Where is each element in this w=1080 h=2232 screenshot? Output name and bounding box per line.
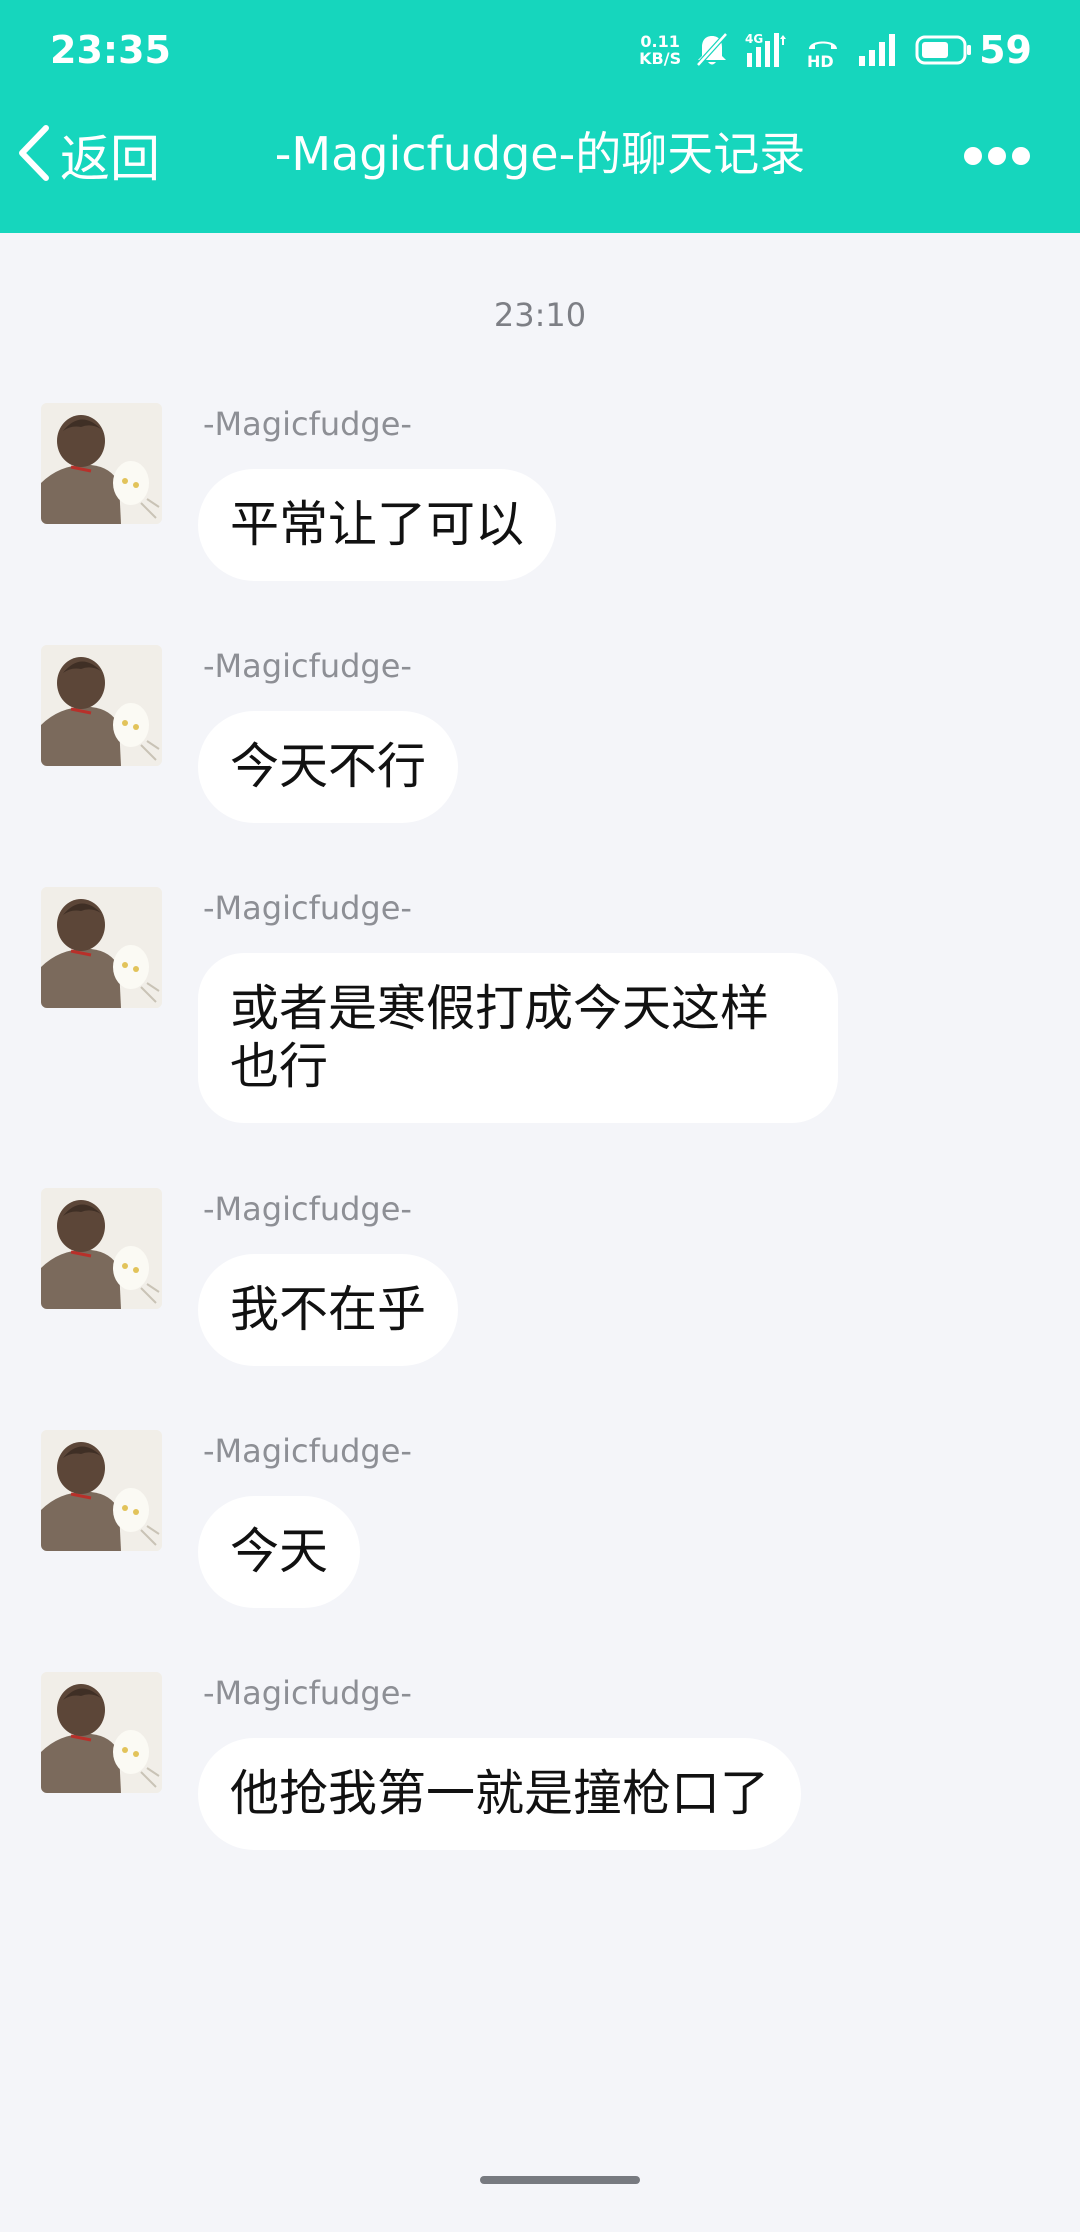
sender-name: -Magicfudge- — [203, 405, 412, 443]
avatar[interactable] — [41, 1188, 162, 1309]
net-speed-value: 0.11 — [640, 32, 680, 51]
avatar[interactable] — [41, 1430, 162, 1551]
avatar[interactable] — [41, 887, 162, 1008]
status-icons: 0.11 KB/S 4G HD 59 — [639, 24, 1032, 76]
battery: 59 — [915, 28, 1032, 72]
nav-bar: 返回 -Magicfudge-的聊天记录 — [0, 110, 1080, 200]
battery-icon — [915, 34, 973, 66]
avatar[interactable] — [41, 1672, 162, 1793]
hd-label: HD — [807, 52, 834, 69]
avatar[interactable] — [41, 403, 162, 524]
sender-name: -Magicfudge- — [203, 1674, 412, 1712]
sender-name: -Magicfudge- — [203, 1432, 412, 1470]
sender-name: -Magicfudge- — [203, 889, 412, 927]
message-bubble[interactable]: 今天 — [198, 1496, 361, 1608]
back-button[interactable]: 返回 — [16, 118, 160, 192]
page-title: -Magicfudge-的聊天记录 — [274, 127, 806, 181]
battery-level: 59 — [979, 28, 1032, 72]
chevron-left-icon — [16, 124, 52, 186]
status-time: 23:35 — [50, 28, 171, 72]
back-label: 返回 — [60, 130, 160, 188]
net-speed-unit: KB/S — [639, 49, 682, 68]
more-dots-icon[interactable] — [964, 144, 1030, 168]
header-bar: 23:35 0.11 KB/S 4G HD 59 返回 -Magicfudge-… — [0, 0, 1080, 233]
chat-timestamp: 23:10 — [493, 296, 587, 334]
message-bubble[interactable]: 今天不行 — [198, 711, 459, 823]
message-bubble[interactable]: 我不在乎 — [198, 1254, 459, 1366]
sender-name: -Magicfudge- — [203, 647, 412, 685]
sender-name: -Magicfudge- — [203, 1190, 412, 1228]
message-bubble[interactable]: 平常让了可以 — [198, 469, 557, 581]
message-bubble[interactable]: 他抢我第一就是撞枪口了 — [198, 1738, 802, 1850]
mute-bell-icon — [695, 32, 729, 68]
hd-call-icon: HD — [803, 31, 843, 69]
home-indicator[interactable] — [480, 2176, 640, 2184]
message-bubble[interactable]: 或者是寒假打成今天这样也行 — [198, 953, 838, 1123]
mobile-data-icon: 4G — [743, 31, 789, 69]
signal-icon — [857, 32, 901, 68]
net-speed: 0.11 KB/S — [639, 33, 681, 67]
network-type-label: 4G — [745, 32, 763, 46]
avatar[interactable] — [41, 645, 162, 766]
